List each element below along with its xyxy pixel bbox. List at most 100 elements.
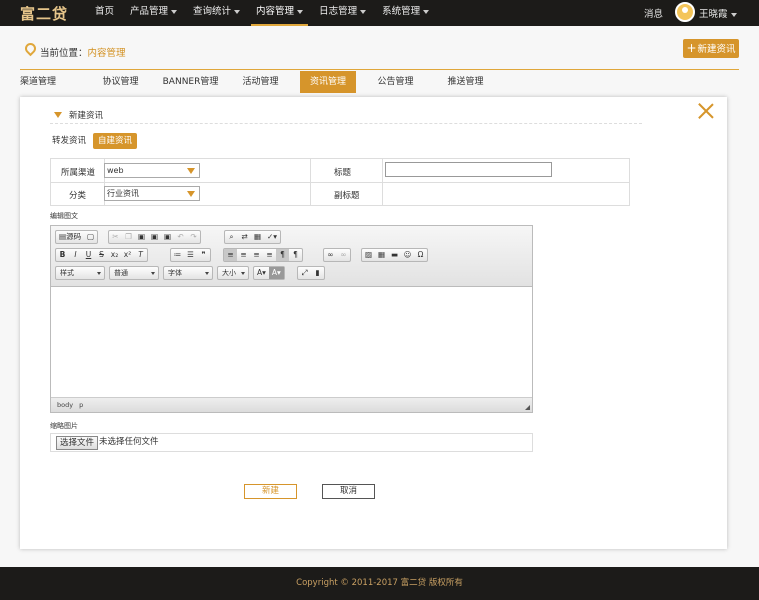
- redo-icon[interactable]: ↷: [187, 231, 200, 243]
- tab-agreement[interactable]: 协议管理: [90, 71, 151, 93]
- bulleted-list-icon[interactable]: ☰: [184, 249, 197, 261]
- bold-icon[interactable]: B: [56, 249, 69, 261]
- strikethrough-icon[interactable]: S: [95, 249, 108, 261]
- nav-content[interactable]: 内容管理: [251, 0, 309, 26]
- chevron-down-icon: [171, 9, 178, 14]
- italic-icon[interactable]: I: [69, 249, 82, 261]
- thumbnail-file-field: 选择文件 未选择任何文件: [50, 433, 533, 452]
- subscript-icon[interactable]: x₂: [108, 249, 121, 261]
- blockquote-icon[interactable]: ❞: [197, 249, 210, 261]
- title-input[interactable]: [385, 162, 552, 177]
- paste-text-icon[interactable]: ▣: [148, 231, 161, 243]
- text-color-icon[interactable]: A▾: [254, 267, 269, 279]
- spellcheck-icon[interactable]: ✓▾: [264, 231, 280, 243]
- new-article-label: 新建资讯: [697, 44, 736, 55]
- rich-text-editor: ▤源码 ▢ ✂ ❐ ▣ ▣ ▣ ↶ ↷ ⌕ ⇄ ▦ ✓▾ B I U S x₂ …: [50, 225, 533, 413]
- copy-icon[interactable]: ❐: [122, 231, 135, 243]
- toolbar-group-align: ≡ ≡ ≡ ≡ ¶ ¶: [223, 248, 303, 262]
- show-blocks-icon[interactable]: ▮: [311, 267, 324, 279]
- font-combo[interactable]: 字体: [163, 266, 213, 280]
- remove-format-icon[interactable]: T: [134, 249, 147, 261]
- user-menu[interactable]: 王晓霞: [699, 6, 737, 20]
- nav-system[interactable]: 系统管理: [377, 0, 434, 26]
- special-char-icon[interactable]: Ω: [414, 249, 427, 261]
- plus-icon: +: [686, 41, 697, 55]
- tab-news[interactable]: 资讯管理: [300, 71, 356, 93]
- tab-notice[interactable]: 公告管理: [365, 71, 426, 93]
- preview-icon[interactable]: ▢: [84, 231, 97, 243]
- article-form: 所属渠道 web 分类 行业资讯 标题 副标题: [50, 158, 630, 206]
- nav-home[interactable]: 首页: [90, 0, 119, 26]
- ltr-icon[interactable]: ¶: [276, 249, 289, 261]
- align-right-icon[interactable]: ≡: [250, 249, 263, 261]
- editor-body[interactable]: [51, 287, 532, 397]
- tab-create-article[interactable]: 自建资讯: [93, 133, 137, 149]
- cut-icon[interactable]: ✂: [109, 231, 122, 243]
- unlink-icon[interactable]: ∞: [337, 249, 350, 261]
- align-left-icon[interactable]: ≡: [224, 249, 237, 261]
- superscript-icon[interactable]: x²: [121, 249, 134, 261]
- path-p[interactable]: p: [79, 401, 83, 409]
- breadcrumb-current[interactable]: 内容管理: [88, 48, 126, 59]
- thumbnail-label: 缩略图片: [50, 422, 78, 430]
- resize-handle-icon[interactable]: [525, 405, 530, 410]
- path-body[interactable]: body: [57, 401, 73, 409]
- style-combo[interactable]: 样式: [55, 266, 105, 280]
- rtl-icon[interactable]: ¶: [289, 249, 302, 261]
- horizontal-rule-icon[interactable]: ▬: [388, 249, 401, 261]
- table-icon[interactable]: ▦: [375, 249, 388, 261]
- chevron-down-icon: [360, 9, 367, 14]
- undo-icon[interactable]: ↶: [174, 231, 187, 243]
- toolbar-group-tools: ⤢ ▮: [297, 266, 325, 280]
- size-combo[interactable]: 大小: [217, 266, 249, 280]
- link-icon[interactable]: ∞: [324, 249, 337, 261]
- paste-word-icon[interactable]: ▣: [161, 231, 174, 243]
- cancel-button[interactable]: 取消: [322, 484, 375, 499]
- smiley-icon[interactable]: ☺: [401, 249, 414, 261]
- nav-product[interactable]: 产品管理: [125, 0, 182, 26]
- logo[interactable]: 富二贷: [20, 3, 68, 24]
- format-combo[interactable]: 普通: [109, 266, 159, 280]
- numbered-list-icon[interactable]: ≔: [171, 249, 184, 261]
- select-all-icon[interactable]: ▦: [251, 231, 264, 243]
- channel-label: 所属渠道: [61, 168, 96, 178]
- file-status-text: 未选择任何文件: [99, 437, 159, 447]
- underline-icon[interactable]: U: [82, 249, 95, 261]
- find-icon[interactable]: ⌕: [225, 231, 238, 243]
- maximize-icon[interactable]: ⤢: [298, 267, 311, 279]
- title-label: 标题: [334, 168, 352, 178]
- nav-log[interactable]: 日志管理: [314, 0, 371, 26]
- nav-query[interactable]: 查询统计: [188, 0, 245, 26]
- top-navbar: 富二贷 首页 产品管理 查询统计 内容管理 日志管理 系统管理 消息 王晓霞: [0, 0, 759, 26]
- format-combo-label: 普通: [114, 269, 128, 277]
- tab-forward-article[interactable]: 转发资讯: [52, 133, 86, 149]
- new-article-button[interactable]: +新建资讯: [683, 39, 739, 58]
- toolbar-group-editing: ⌕ ⇄ ▦ ✓▾: [224, 230, 282, 244]
- channel-select[interactable]: web: [104, 163, 200, 178]
- bg-color-icon[interactable]: A▾: [268, 267, 284, 279]
- close-icon[interactable]: [698, 103, 714, 119]
- avatar[interactable]: [675, 2, 695, 22]
- align-center-icon[interactable]: ≡: [237, 249, 250, 261]
- submit-button[interactable]: 新建: [244, 484, 297, 499]
- toolbar-group-document: ▤源码 ▢: [55, 230, 99, 244]
- tab-activity[interactable]: 活动管理: [230, 71, 291, 93]
- category-select[interactable]: 行业资讯: [104, 186, 200, 201]
- toolbar-group-insert: ▨ ▦ ▬ ☺ Ω: [361, 248, 428, 262]
- chevron-down-icon: [97, 272, 101, 275]
- triangle-down-icon: [54, 112, 62, 118]
- page-content: 当前位置：内容管理 +新建资讯 渠道管理 协议管理 BANNER管理 活动管理 …: [0, 26, 759, 567]
- choose-file-button[interactable]: 选择文件: [56, 436, 99, 450]
- paste-icon[interactable]: ▣: [135, 231, 148, 243]
- source-button[interactable]: ▤源码: [56, 231, 84, 243]
- replace-icon[interactable]: ⇄: [238, 231, 251, 243]
- copyright-text: Copyright © 2011-2017 富二贷 版权所有: [296, 578, 463, 588]
- footer: Copyright © 2011-2017 富二贷 版权所有: [0, 567, 759, 600]
- align-justify-icon[interactable]: ≡: [263, 249, 276, 261]
- tab-push[interactable]: 推送管理: [435, 71, 496, 93]
- image-icon[interactable]: ▨: [362, 249, 375, 261]
- messages-link[interactable]: 消息: [644, 6, 663, 20]
- source-label: 源码: [66, 232, 82, 241]
- tab-channel[interactable]: 渠道管理: [20, 71, 70, 93]
- tab-banner[interactable]: BANNER管理: [160, 71, 221, 93]
